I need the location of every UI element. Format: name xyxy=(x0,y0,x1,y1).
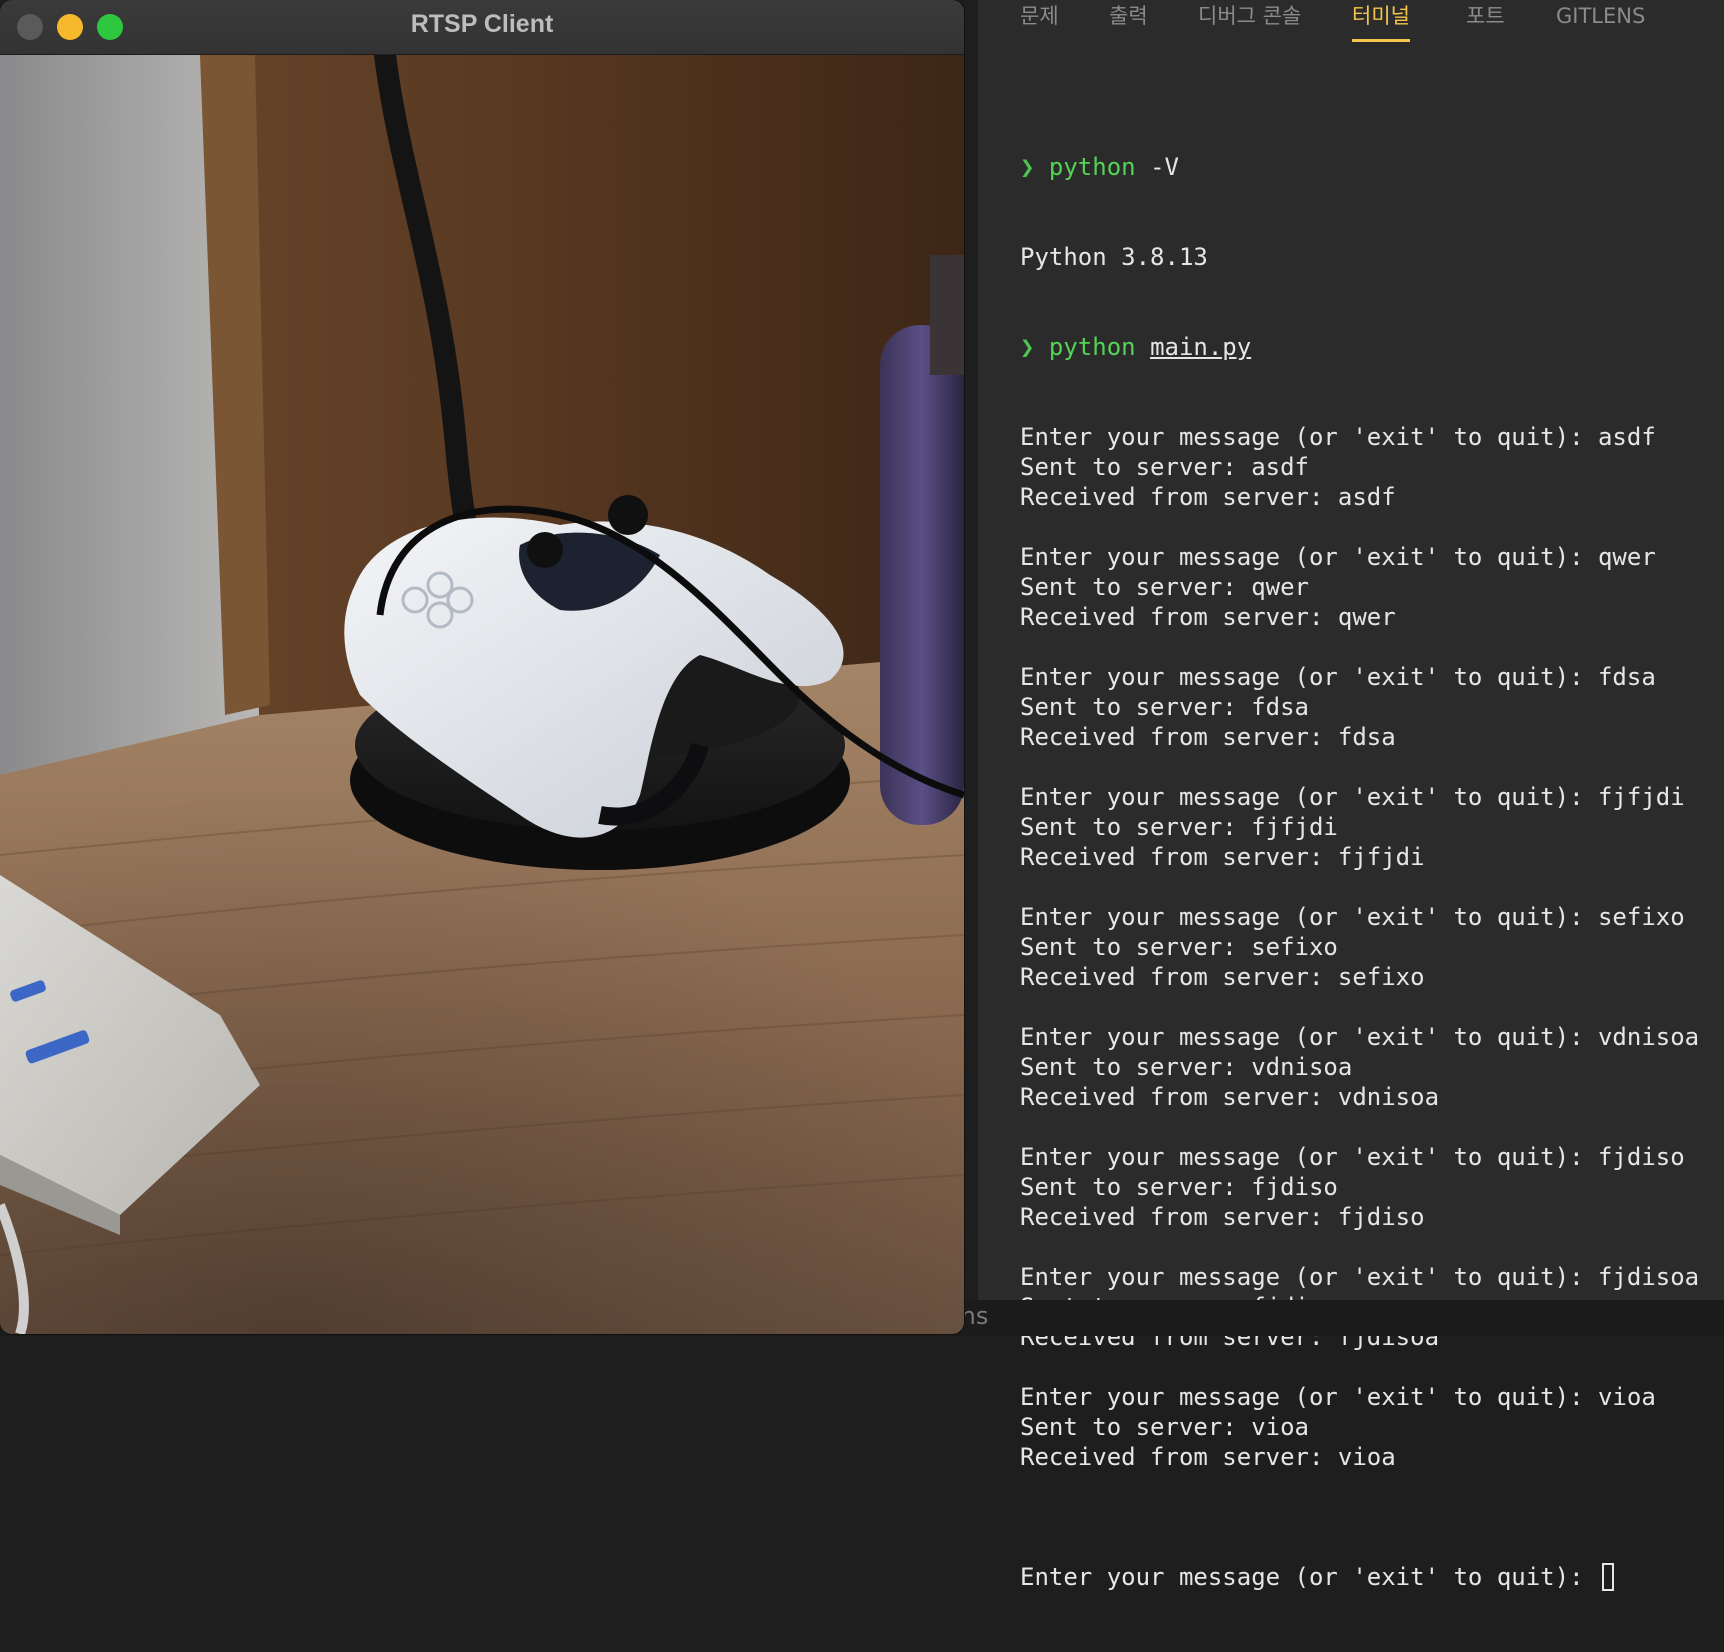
command-program: python xyxy=(1048,153,1136,181)
tab-gitlens[interactable]: GITLENS xyxy=(1556,0,1645,42)
tab-ports[interactable]: 포트 xyxy=(1466,0,1505,42)
exchange-sent: Sent to server: sefixo xyxy=(1020,933,1338,961)
tab-problems[interactable]: 문제 xyxy=(1020,0,1059,42)
exchange-received: Received from server: vdnisoa xyxy=(1020,1083,1440,1111)
tab-output[interactable]: 출력 xyxy=(1109,0,1148,42)
message-exchanges: Enter your message (or 'exit' to quit): … xyxy=(1020,422,1720,1502)
text-cursor[interactable] xyxy=(1601,1563,1614,1591)
window-title: RTSP Client xyxy=(410,10,554,38)
exchange-received: Received from server: vioa xyxy=(1020,1443,1396,1471)
exchange-sent: Sent to server: vioa xyxy=(1020,1413,1309,1441)
terminal-panel: 문제 출력 디버그 콘솔 터미널 포트 GITLENS ❯ python -V … xyxy=(978,0,1724,1591)
exchange-sent: Sent to server: asdf xyxy=(1020,453,1309,481)
command-program: python xyxy=(1048,333,1136,361)
exchange-prompt: Enter your message (or 'exit' to quit): … xyxy=(1020,1023,1700,1051)
final-prompt: Enter your message (or 'exit' to quit): xyxy=(1020,1563,1584,1591)
terminal-output[interactable]: ❯ python -V Python 3.8.13 ❯ python main.… xyxy=(1020,92,1720,1652)
exchange-received: Received from server: fdsa xyxy=(1020,723,1396,751)
exchange-sent: Sent to server: fjdiso xyxy=(1020,1173,1338,1201)
command-args: -V xyxy=(1150,153,1179,181)
exchange-received: Received from server: fjfjdi xyxy=(1020,843,1425,871)
exchange-sent: Sent to server: vdnisoa xyxy=(1020,1053,1353,1081)
exchange-sent: Sent to server: fdsa xyxy=(1020,693,1309,721)
tab-debug-console[interactable]: 디버그 콘솔 xyxy=(1198,0,1301,42)
exchange-prompt: Enter your message (or 'exit' to quit): … xyxy=(1020,663,1656,691)
exchange-prompt: Enter your message (or 'exit' to quit): … xyxy=(1020,783,1685,811)
video-frame xyxy=(0,55,964,1334)
panel-tab-bar: 문제 출력 디버그 콘솔 터미널 포트 GITLENS xyxy=(978,0,1724,44)
exchange-received: Received from server: qwer xyxy=(1020,603,1396,631)
exchange-prompt: Enter your message (or 'exit' to quit): … xyxy=(1020,1383,1656,1411)
exchange-prompt: Enter your message (or 'exit' to quit): … xyxy=(1020,1263,1700,1291)
version-output: Python 3.8.13 xyxy=(1020,243,1208,271)
exchange-received: Received from server: fjdiso xyxy=(1020,1203,1425,1231)
exchange-prompt: Enter your message (or 'exit' to quit): … xyxy=(1020,543,1656,571)
final-prompt-line: Enter your message (or 'exit' to quit): xyxy=(1020,1562,1720,1592)
command-line: ❯ python -V xyxy=(1020,152,1720,182)
exchange-prompt: Enter your message (or 'exit' to quit): … xyxy=(1020,423,1656,451)
prompt-arrow-icon: ❯ xyxy=(1020,153,1035,181)
command-line: ❯ python main.py xyxy=(1020,332,1720,362)
exchange-prompt: Enter your message (or 'exit' to quit): … xyxy=(1020,1143,1685,1171)
exchange-received: Received from server: sefixo xyxy=(1020,963,1425,991)
rtsp-client-window: RTSP Client xyxy=(0,0,964,1334)
exchange-received: Received from server: asdf xyxy=(1020,483,1396,511)
tab-terminal[interactable]: 터미널 xyxy=(1352,0,1410,42)
window-titlebar[interactable]: RTSP Client xyxy=(0,0,964,55)
exchange-sent: Sent to server: qwer xyxy=(1020,573,1309,601)
exchange-sent: Sent to server: fjfjdi xyxy=(1020,813,1338,841)
command-args: main.py xyxy=(1150,333,1252,361)
prompt-arrow-icon: ❯ xyxy=(1020,333,1035,361)
exchange-prompt: Enter your message (or 'exit' to quit): … xyxy=(1020,903,1685,931)
